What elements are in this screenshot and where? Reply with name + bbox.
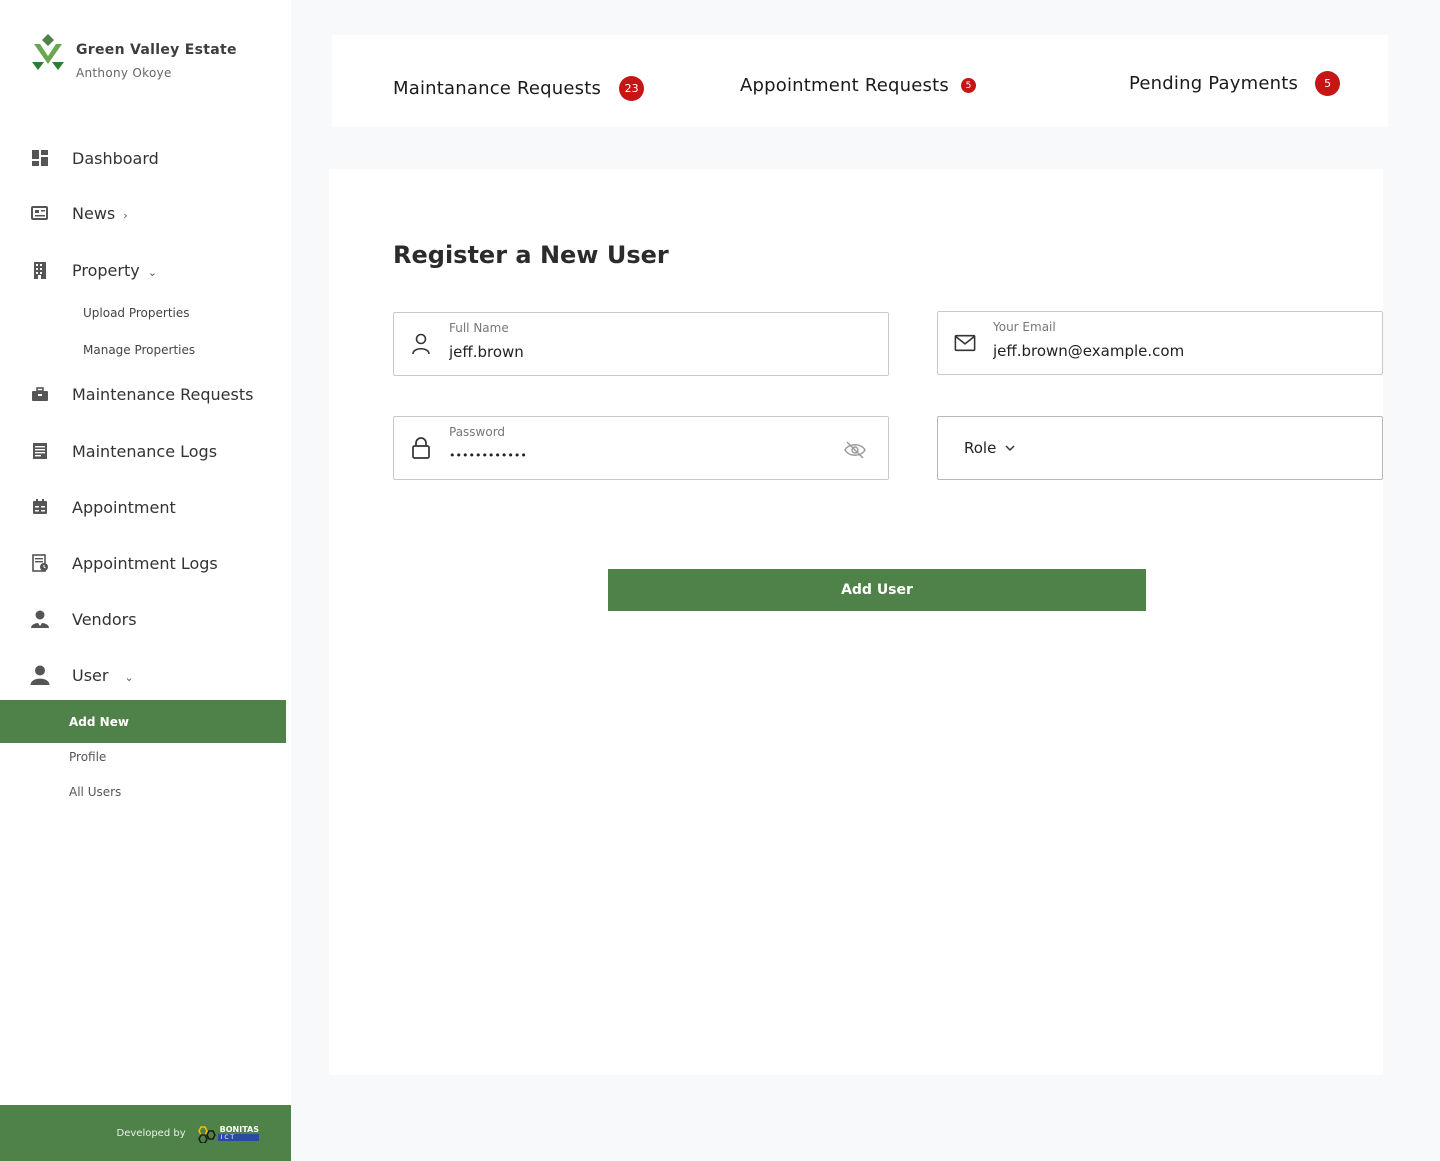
brand-name: Green Valley Estate (76, 42, 237, 58)
developed-by-label: Developed by (116, 1127, 186, 1139)
count-badge: 5 (1315, 71, 1341, 96)
user-icon (30, 665, 50, 685)
vendor-icon (30, 609, 50, 629)
schedule-log-icon (30, 553, 50, 573)
stat-label: Appointment Requests (740, 75, 949, 96)
bonitas-logo: BONITAS I C T (196, 1123, 259, 1143)
chevron-down-icon (1005, 445, 1015, 452)
page-title: Register a New User (393, 241, 669, 269)
email-field[interactable]: Your Email (937, 311, 1383, 375)
dashboard-icon (30, 148, 50, 168)
chevron-down-icon: ⌄ (124, 670, 134, 684)
person-icon (410, 333, 432, 355)
register-user-card: Register a New User Full Name Your Email… (329, 169, 1383, 1075)
sidebar-subitem-add-new[interactable]: Add New (0, 700, 286, 743)
sidebar-item-label: Appointment Logs (72, 553, 218, 573)
password-field[interactable]: Password (393, 416, 889, 480)
sidebar-item-user[interactable]: User ⌄ (30, 660, 134, 690)
sidebar-item-label: Maintenance Requests (72, 384, 254, 404)
sidebar-subitem-all-users[interactable]: All Users (69, 785, 121, 799)
sidebar-item-maintenance-logs[interactable]: Maintenance Logs (30, 436, 217, 466)
sidebar-item-property[interactable]: Property ⌄ (30, 255, 157, 285)
lock-icon (410, 437, 432, 459)
sidebar-item-label: Maintenance Logs (72, 441, 218, 461)
mail-icon (954, 332, 976, 354)
sidebar-footer: Developed by BONITAS I C T (0, 1105, 291, 1161)
sidebar-item-vendors[interactable]: Vendors (30, 604, 137, 634)
role-select-label: Role (964, 439, 997, 457)
building-icon (30, 260, 50, 280)
chevron-down-icon: ⌄ (147, 265, 157, 279)
sidebar-item-appointment-logs[interactable]: Appointment Logs (30, 548, 218, 578)
full-name-field[interactable]: Full Name (393, 312, 889, 376)
role-select[interactable]: Role (937, 416, 1383, 480)
eye-off-icon[interactable] (844, 441, 866, 459)
sidebar-item-label: User ⌄ (72, 665, 134, 685)
sidebar-item-label: Appointment (72, 497, 176, 517)
sidebar-item-label: Vendors (72, 609, 137, 629)
full-name-input[interactable] (449, 343, 829, 361)
password-input[interactable] (449, 449, 829, 462)
sidebar-item-label: News › (72, 203, 128, 223)
sidebar-item-dashboard[interactable]: Dashboard (30, 143, 159, 173)
bonitas-sub: I C T (217, 1134, 259, 1141)
sidebar-item-news[interactable]: News › (30, 198, 128, 228)
calendar-icon (30, 497, 50, 517)
stat-label: Pending Payments (1129, 73, 1299, 94)
stat-pending-payments[interactable]: Pending Payments 5 (1129, 71, 1341, 96)
sidebar-subitem-upload-properties[interactable]: Upload Properties (83, 306, 190, 320)
chevron-right-icon: › (123, 208, 128, 222)
email-input[interactable] (993, 342, 1373, 360)
sidebar-item-label: Property ⌄ (72, 260, 157, 280)
full-name-label: Full Name (449, 321, 509, 335)
estate-logo-icon (32, 34, 64, 70)
stats-card: Maintanance Requests 23 Appointment Requ… (332, 35, 1388, 127)
count-badge: 5 (960, 78, 976, 93)
news-icon (30, 203, 50, 223)
stat-maintenance-requests[interactable]: Maintanance Requests 23 (393, 76, 645, 101)
brand-user: Anthony Okoye (76, 66, 172, 80)
sidebar: Green Valley Estate Anthony Okoye Dashbo… (0, 0, 291, 1161)
toolbox-icon (30, 384, 50, 404)
stat-appointment-requests[interactable]: Appointment Requests 5 (740, 75, 976, 96)
sidebar-item-appointment[interactable]: Appointment (30, 492, 176, 522)
stat-label: Maintanance Requests (393, 78, 602, 99)
email-label: Your Email (993, 320, 1056, 334)
hexagon-icon (197, 1126, 216, 1143)
add-user-button[interactable]: Add User (608, 569, 1146, 611)
sidebar-subitem-manage-properties[interactable]: Manage Properties (83, 343, 195, 357)
brand: Green Valley Estate Anthony Okoye (30, 34, 236, 80)
password-label: Password (449, 425, 506, 439)
sidebar-item-maintenance-requests[interactable]: Maintenance Requests (30, 379, 253, 409)
sidebar-subitem-profile[interactable]: Profile (69, 750, 106, 764)
log-icon (30, 441, 50, 461)
count-badge: 23 (619, 76, 645, 101)
bonitas-name: BONITAS (219, 1125, 259, 1134)
sidebar-item-label: Dashboard (72, 148, 159, 168)
sidebar-subitem-label: Add New (69, 714, 129, 729)
